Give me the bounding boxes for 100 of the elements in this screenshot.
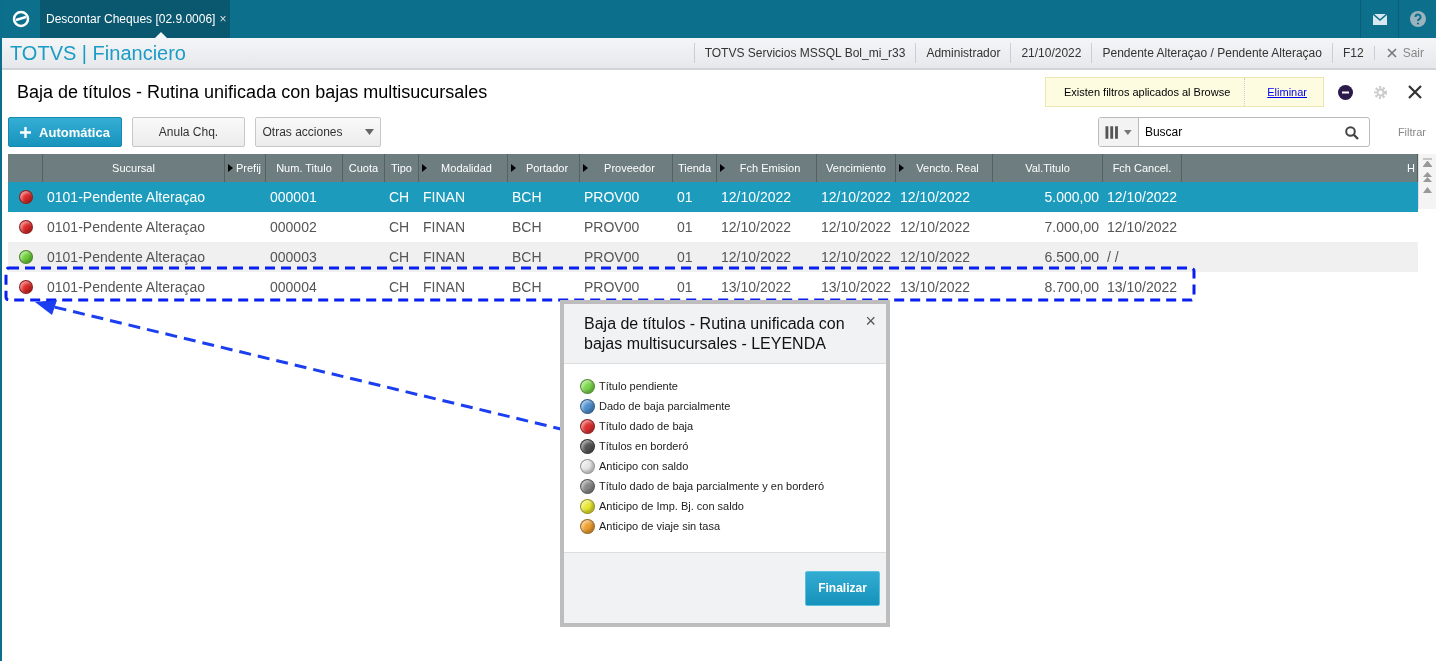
caret-icon xyxy=(1124,129,1132,135)
logo-icon xyxy=(12,10,30,28)
expand-arrow-icon xyxy=(228,164,233,172)
table-cell-text: 12/10/2022 xyxy=(820,249,893,265)
expand-arrow-icon xyxy=(899,164,904,172)
close-icon xyxy=(1408,85,1422,99)
table-cell-text: 12/10/2022 xyxy=(1106,189,1179,205)
table-cell-text: 13/10/2022 xyxy=(899,279,972,295)
expand-arrow-icon xyxy=(422,164,427,172)
scroll-top-icon xyxy=(1423,158,1432,167)
table-cell-text: 12/10/2022 xyxy=(1106,219,1179,235)
dialog-title: Baja de títulos - Rutina unificada con bajas multisucursales - LEYENDA xyxy=(584,314,846,354)
help-icon[interactable] xyxy=(1409,11,1426,27)
action-button[interactable]: Otras acciones xyxy=(255,117,381,147)
table-cell-text: 01 xyxy=(676,279,694,295)
action-button[interactable]: Automática xyxy=(8,117,122,147)
legend-label: Título dado de baja parcialmente y en borderó xyxy=(599,480,825,492)
document-tab[interactable]: Descontar Cheques [02.9.0006] × xyxy=(40,0,231,38)
table-cell-text: 0101-Pendente Alteraçao xyxy=(46,249,206,265)
columns-button[interactable] xyxy=(1098,118,1139,146)
status-item: Administrador xyxy=(915,43,1011,63)
table-cell-text: / / xyxy=(1106,249,1120,265)
expand-arrow-icon xyxy=(583,164,588,172)
table-cell-text: 0101-Pendente Alteraçao xyxy=(46,189,206,205)
expand-arrow-icon xyxy=(511,164,516,172)
search-field[interactable]: Buscar xyxy=(1097,117,1370,147)
table-cell-text: BCH xyxy=(511,249,543,265)
table-cell-text: 000002 xyxy=(269,219,318,235)
table-cell-text: 000004 xyxy=(269,279,318,295)
legend-label: Título pendiente xyxy=(599,380,678,392)
table-cell-text: FINAN xyxy=(422,249,466,265)
table-cell-text: 0101-Pendente Alteraçao xyxy=(46,279,206,295)
search-icon[interactable] xyxy=(1344,126,1359,140)
table-cell-text: 12/10/2022 xyxy=(820,219,893,235)
status-item: 21/10/2022 xyxy=(1010,43,1092,63)
table-cell-text: PROV00 xyxy=(583,249,641,265)
tab-pointer-icon xyxy=(155,32,167,38)
table-cell-text: 01 xyxy=(676,189,694,205)
table-cell-text: 12/10/2022 xyxy=(720,219,793,235)
finish-button[interactable]: Finalizar xyxy=(805,570,880,606)
status-item: Pendente Alteraçao / Pendente Alteraçao xyxy=(1091,43,1332,63)
table-cell-text: 6.500,00 xyxy=(1043,249,1100,265)
table-cell-text: 12/10/2022 xyxy=(720,249,793,265)
expand-arrow-icon xyxy=(720,164,725,172)
legend-label: Título dado de baja xyxy=(599,420,694,432)
columns-icon xyxy=(1104,125,1121,139)
app-title: TOTVS | Financiero xyxy=(9,41,187,65)
settings-icon xyxy=(1373,84,1388,100)
table-cell-text: 0101-Pendente Alteraçao xyxy=(46,219,206,235)
status-item: F12 xyxy=(1331,43,1374,63)
table-cell-text: CH xyxy=(388,219,411,235)
table-cell-text: PROV00 xyxy=(583,219,641,235)
mail-icon[interactable] xyxy=(1372,13,1387,25)
table-cell-text: 12/10/2022 xyxy=(899,219,972,235)
filter-notice-text: Existen filtros aplicados al Browse xyxy=(1045,78,1246,106)
status-item: TOTVS Servicios MSSQL Bol_mi_r33 xyxy=(693,43,916,63)
table-cell-text: CH xyxy=(388,279,411,295)
legend-label: Anticipo de Imp. Bj. con saldo xyxy=(599,500,744,512)
filter-link[interactable]: Filtrar xyxy=(1397,126,1426,138)
table-row[interactable]: 0101-Pendente Alteraçao 000003 CH FINAN BCH PROV00 01 12/10/2022 12/10/2022 12/10/2022 6.500,00 / / xyxy=(8,242,1418,272)
dialog-close-button[interactable]: × xyxy=(865,314,876,328)
action-button[interactable]: Anula Chq. xyxy=(132,117,245,147)
table-cell-text: BCH xyxy=(511,219,543,235)
table-cell-text: 5.000,00 xyxy=(1043,189,1100,205)
legend-label: Dado de baja parcialmente xyxy=(599,400,731,412)
table-cell-text: PROV00 xyxy=(583,279,641,295)
table-cell-text: CH xyxy=(388,189,411,205)
table-cell-text: 12/10/2022 xyxy=(720,189,793,205)
table-row[interactable]: 0101-Pendente Alteraçao 000001 CH FINAN BCH PROV00 01 12/10/2022 12/10/2022 12/10/2022 5.000,00 12/10/2022 xyxy=(8,182,1418,212)
plus-icon xyxy=(20,126,32,138)
table-cell-text: FINAN xyxy=(422,279,466,295)
table-cell-text: 000003 xyxy=(269,249,318,265)
page-title: Baja de títulos - Rutina unificada con bajas multisucursales xyxy=(17,81,489,103)
close-icon xyxy=(1386,48,1397,58)
tab-close-button[interactable]: × xyxy=(219,12,227,26)
table-cell-text: 12/10/2022 xyxy=(899,189,972,205)
scrollbar[interactable] xyxy=(1418,154,1436,209)
scroll-up-icon xyxy=(1423,187,1432,193)
table-cell-text: 13/10/2022 xyxy=(1106,279,1179,295)
legend-label: Anticipo de viaje sin tasa xyxy=(599,520,721,532)
scroll-page-up-icon xyxy=(1423,172,1432,182)
table-cell-text: FINAN xyxy=(422,189,466,205)
table-cell-text: 01 xyxy=(676,219,694,235)
table-cell-text: 13/10/2022 xyxy=(820,279,893,295)
caret-icon xyxy=(364,129,374,135)
table-cell-text: 000001 xyxy=(269,189,318,205)
remove-filter-link[interactable]: Eliminar xyxy=(1245,86,1323,98)
table-cell-text: 13/10/2022 xyxy=(720,279,793,295)
exit-button[interactable]: Sair xyxy=(1373,46,1436,60)
table-cell-text: 8.700,00 xyxy=(1043,279,1100,295)
table-cell-text: 01 xyxy=(676,249,694,265)
table-cell-text: CH xyxy=(388,249,411,265)
legend-label: Títulos en borderó xyxy=(599,440,689,452)
table-cell-text: FINAN xyxy=(422,219,466,235)
table-cell-text: PROV00 xyxy=(583,189,641,205)
table-cell-text: 12/10/2022 xyxy=(820,189,893,205)
table-cell-text: BCH xyxy=(511,279,543,295)
table-cell-text: 12/10/2022 xyxy=(899,249,972,265)
table-cell-text: 7.000,00 xyxy=(1043,219,1100,235)
legend-label: Anticipo con saldo xyxy=(599,460,689,472)
